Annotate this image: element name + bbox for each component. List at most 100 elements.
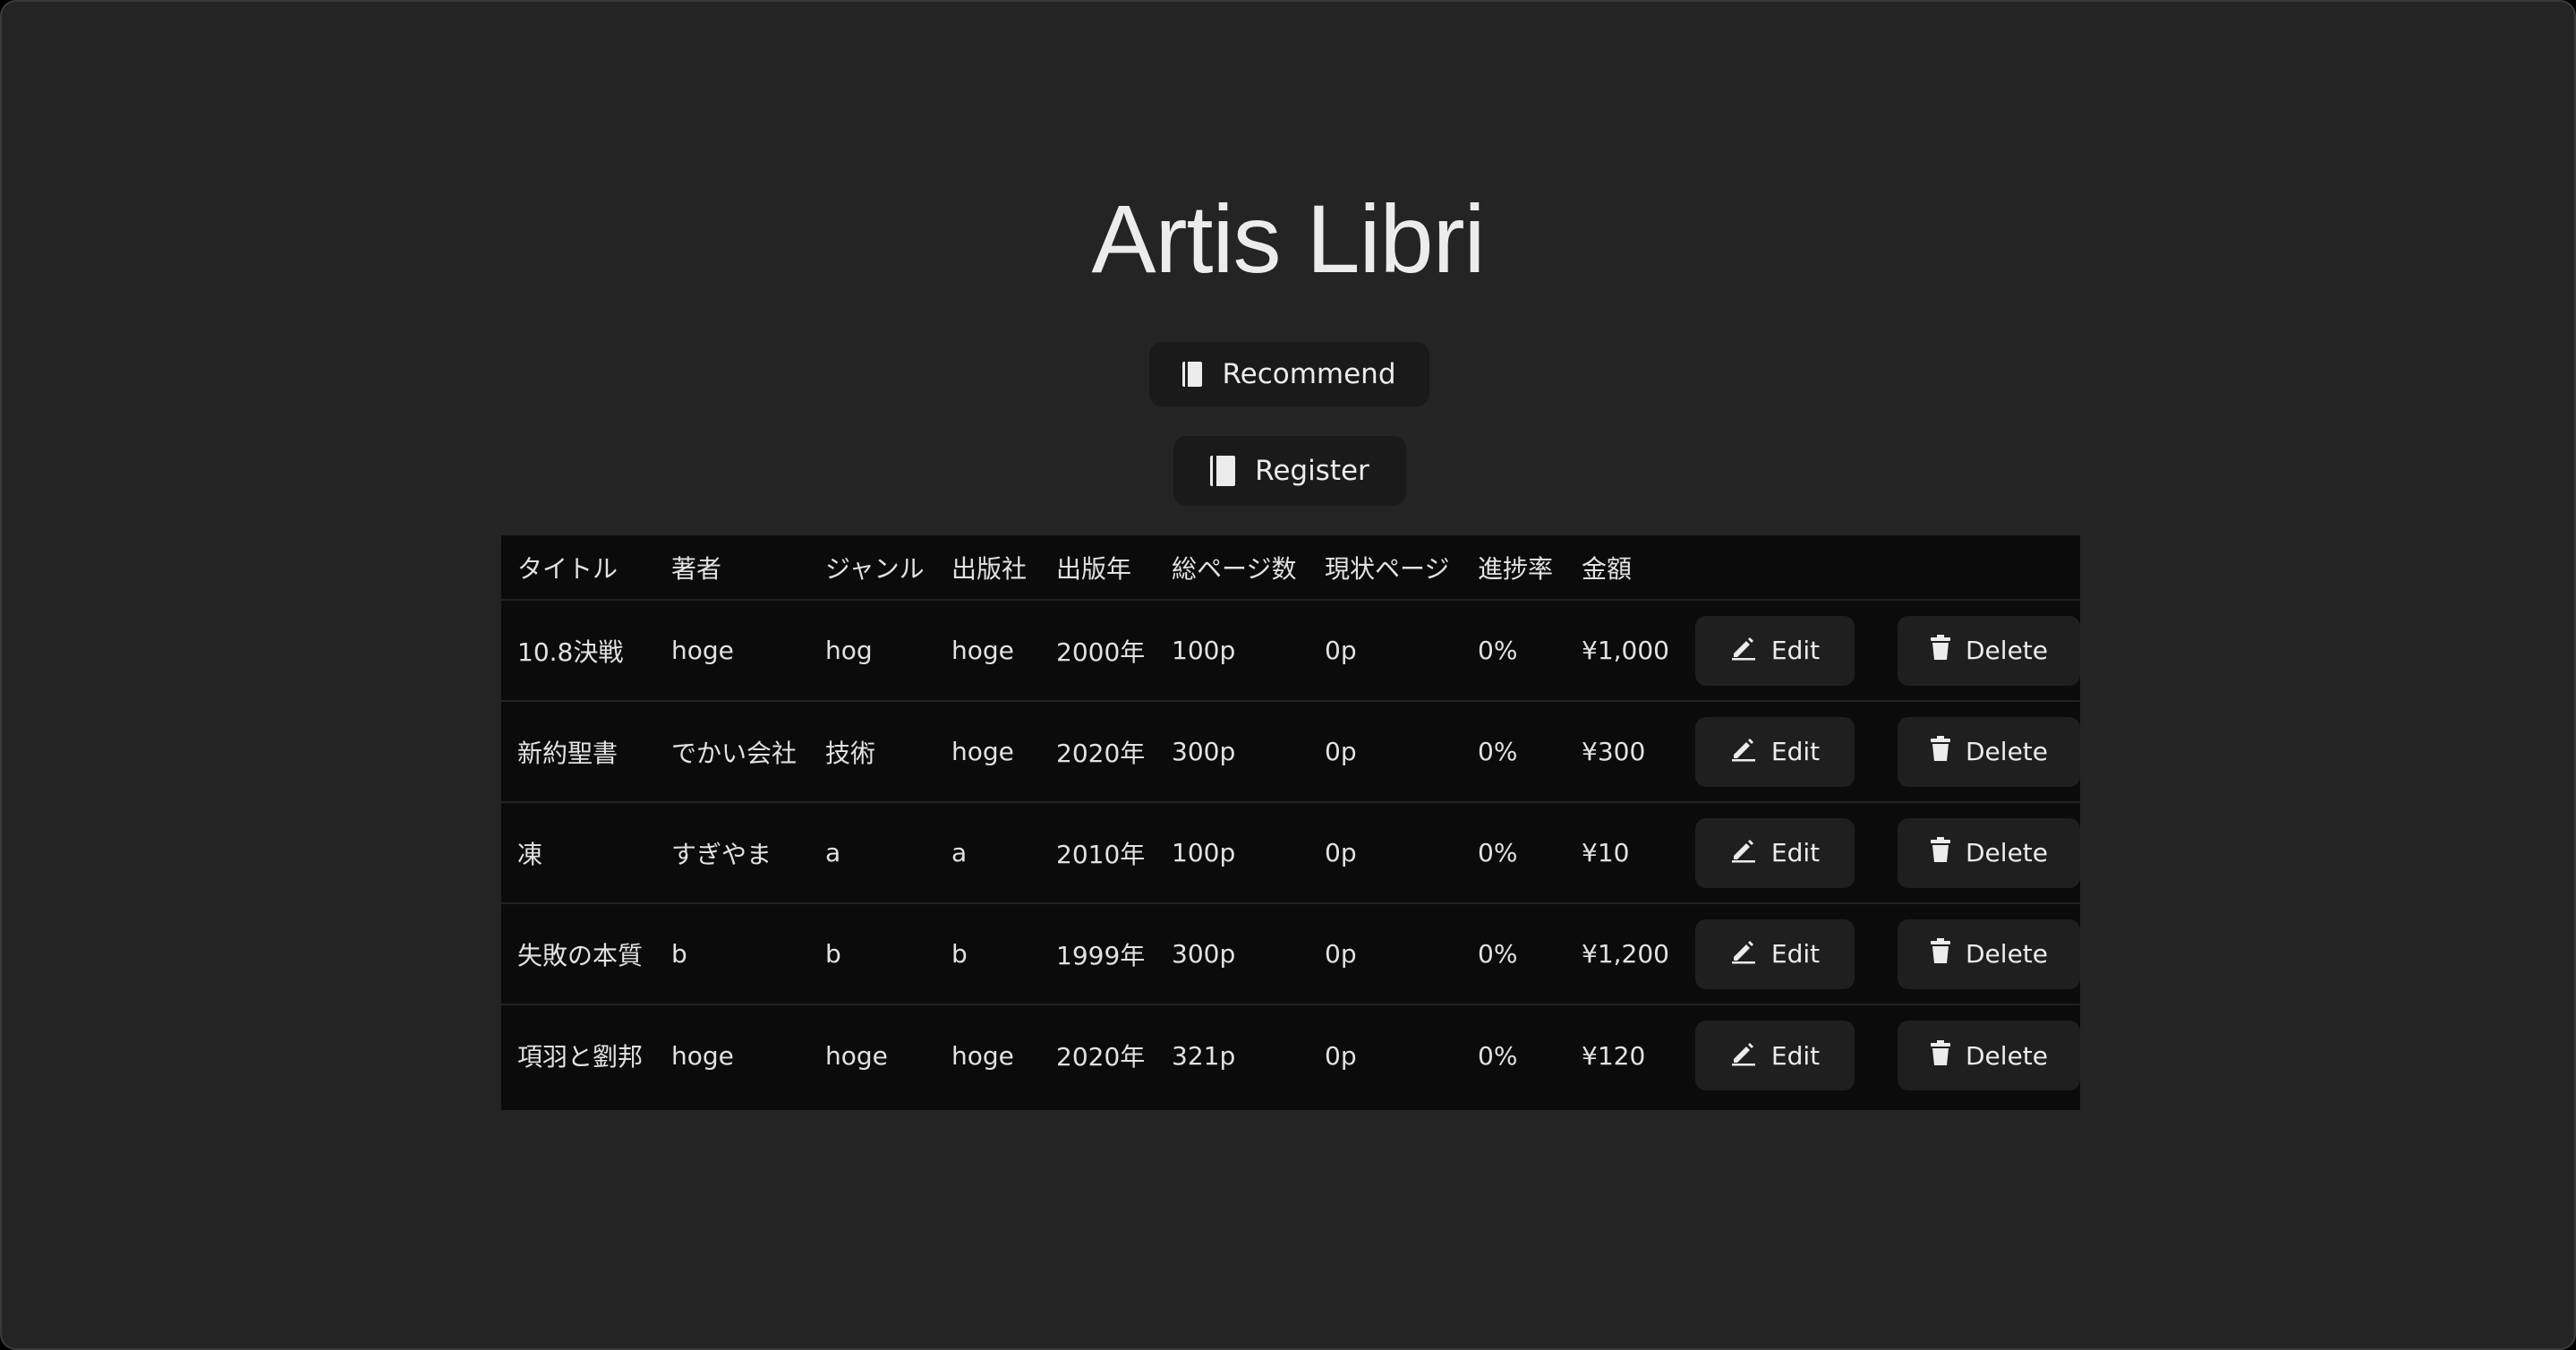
edit-button-label: Edit xyxy=(1770,1040,1821,1071)
cell-author: hoge xyxy=(671,636,734,665)
cell-genre: a xyxy=(825,838,841,867)
recommend-button-label: Recommend xyxy=(1222,358,1396,390)
cell-delete: Delete xyxy=(1869,802,2080,903)
delete-button[interactable]: Delete xyxy=(1898,817,2080,888)
edit-button-label: Edit xyxy=(1770,939,1821,969)
cell-price: ¥1,200 xyxy=(1582,939,1669,969)
delete-button[interactable]: Delete xyxy=(1898,716,2080,787)
cell-price: ¥10 xyxy=(1582,838,1630,867)
cell-current-page: 0p xyxy=(1325,838,1357,867)
column-header: ジャンル xyxy=(825,553,925,584)
table-header-row: タイトル 著者 ジャンル 出版社 出版年 総ページ数 現状ページ 進捗率 金額 xyxy=(501,535,2080,600)
recommend-button[interactable]: Recommend xyxy=(1149,342,1429,406)
edit-button[interactable]: Edit xyxy=(1695,615,1855,686)
trash-icon xyxy=(1930,736,1951,767)
edit-button[interactable]: Edit xyxy=(1695,817,1855,888)
cell-delete: Delete xyxy=(1869,701,2080,802)
cell-publisher: hoge xyxy=(951,1040,1014,1071)
trash-icon xyxy=(1930,635,1951,666)
cell-price: ¥1,000 xyxy=(1582,636,1669,665)
cell-year: 2020年 xyxy=(1056,1042,1146,1072)
cell-current-page: 0p xyxy=(1325,939,1357,969)
cell-progress: 0% xyxy=(1478,939,1518,969)
cell-publisher: hoge xyxy=(951,636,1014,665)
cell-publisher: a xyxy=(951,838,968,867)
table-row: 失敗の本質 b b b 1999年 300p 0p 0% ¥1,200 Edit xyxy=(501,903,2080,1004)
column-header-actions xyxy=(1869,535,2080,600)
cell-year: 1999年 xyxy=(1056,940,1146,970)
table-row: 凍 すぎやま a a 2010年 100p 0p 0% ¥10 Edit Del… xyxy=(501,802,2080,903)
edit-button[interactable]: Edit xyxy=(1695,1021,1855,1090)
cell-title: 新約聖書 xyxy=(517,738,618,768)
delete-button[interactable]: Delete xyxy=(1898,919,2080,989)
cell-genre: 技術 xyxy=(825,738,876,768)
delete-button[interactable]: Delete xyxy=(1898,1021,2080,1090)
edit-button[interactable]: Edit xyxy=(1695,716,1855,787)
delete-button-label: Delete xyxy=(1966,737,2048,766)
table-row: 項羽と劉邦 hoge hoge hoge 2020年 321p 0p 0% ¥1… xyxy=(501,1004,2080,1106)
delete-button-label: Delete xyxy=(1966,939,2048,969)
register-button[interactable]: Register xyxy=(1173,436,1406,506)
cell-total-pages: 300p xyxy=(1172,737,1236,766)
cell-year: 2020年 xyxy=(1056,738,1146,768)
cell-progress: 0% xyxy=(1478,737,1518,766)
cell-total-pages: 300p xyxy=(1172,939,1236,969)
cell-genre: hoge xyxy=(825,1040,888,1071)
trash-icon xyxy=(1930,1039,1951,1072)
cell-delete: Delete xyxy=(1869,903,2080,1004)
edit-button[interactable]: Edit xyxy=(1695,919,1855,989)
cell-edit: Edit xyxy=(1679,802,1869,903)
app-window: Artis Libri Recommend Register タイトル 著者 ジ… xyxy=(0,0,2576,1350)
column-header: 出版社 xyxy=(951,553,1028,584)
cell-title: 10.8決戦 xyxy=(517,637,624,667)
cell-author: すぎやま xyxy=(671,839,772,869)
column-header: 現状ページ xyxy=(1325,553,1450,584)
cell-current-page: 0p xyxy=(1325,737,1357,766)
cell-delete: Delete xyxy=(1869,600,2080,701)
edit-button-label: Edit xyxy=(1770,737,1821,766)
trash-icon xyxy=(1930,938,1951,970)
cell-progress: 0% xyxy=(1478,1040,1518,1071)
table-row: 10.8決戦 hoge hog hoge 2000年 100p 0p 0% ¥1… xyxy=(501,600,2080,701)
book-icon xyxy=(1210,456,1236,486)
cell-edit: Edit xyxy=(1679,701,1869,802)
pencil-icon xyxy=(1730,1039,1757,1072)
cell-progress: 0% xyxy=(1478,636,1518,665)
column-header: 著者 xyxy=(671,553,722,584)
pencil-icon xyxy=(1730,634,1757,667)
cell-genre: b xyxy=(825,939,841,969)
cell-publisher: b xyxy=(951,939,968,969)
cell-delete: Delete xyxy=(1869,1004,2080,1106)
register-button-label: Register xyxy=(1255,455,1369,487)
book-icon xyxy=(1182,362,1203,387)
cell-genre: hog xyxy=(825,636,873,665)
cell-current-page: 0p xyxy=(1325,1040,1357,1071)
page-title: Artis Libri xyxy=(1091,184,1485,293)
cell-author: でかい会社 xyxy=(671,738,798,768)
column-header: タイトル xyxy=(517,553,618,584)
cell-price: ¥300 xyxy=(1582,737,1646,766)
cell-year: 2010年 xyxy=(1056,839,1146,869)
edit-button-label: Edit xyxy=(1770,838,1821,867)
cell-edit: Edit xyxy=(1679,903,1869,1004)
cell-author: b xyxy=(671,939,687,969)
cell-edit: Edit xyxy=(1679,600,1869,701)
delete-button[interactable]: Delete xyxy=(1898,615,2080,686)
column-header: 進捗率 xyxy=(1478,553,1554,584)
cell-progress: 0% xyxy=(1478,838,1518,867)
cell-title: 項羽と劉邦 xyxy=(517,1042,644,1072)
cell-total-pages: 100p xyxy=(1172,838,1236,867)
cell-author: hoge xyxy=(671,1040,734,1071)
delete-button-label: Delete xyxy=(1966,838,2048,867)
column-header: 金額 xyxy=(1582,553,1633,584)
pencil-icon xyxy=(1730,937,1757,970)
cell-current-page: 0p xyxy=(1325,636,1357,665)
delete-button-label: Delete xyxy=(1966,1040,2048,1071)
books-table: タイトル 著者 ジャンル 出版社 出版年 総ページ数 現状ページ 進捗率 金額 … xyxy=(501,535,2080,1110)
column-header: 出版年 xyxy=(1056,553,1132,584)
cell-publisher: hoge xyxy=(951,737,1014,766)
cell-title: 凍 xyxy=(517,839,543,869)
pencil-icon xyxy=(1730,735,1757,768)
cell-year: 2000年 xyxy=(1056,637,1146,667)
cell-title: 失敗の本質 xyxy=(517,940,644,970)
